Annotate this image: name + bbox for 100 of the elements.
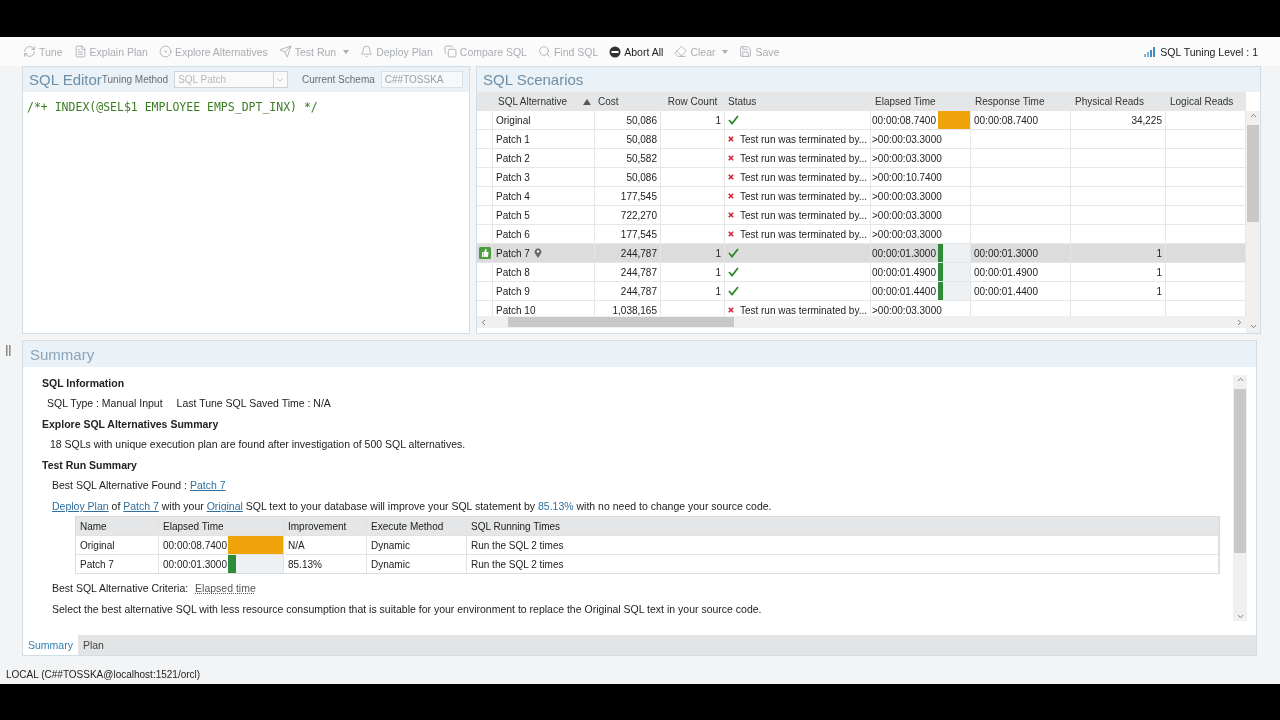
table-cell: 1 [661, 244, 725, 262]
table-row[interactable]: Patch 5 722,270 Test run was terminated by... >00:00:03.3000 [477, 206, 1246, 225]
elapsed-text: 00:00:01.4400 [872, 285, 936, 297]
horizontal-scrollbar[interactable] [477, 316, 1246, 328]
chevron-right-icon [1235, 317, 1244, 327]
cell-text: Original [496, 114, 531, 126]
elapsed-text: >00:00:03.3000 [872, 152, 942, 164]
cell-text: Patch 9 [496, 285, 530, 297]
sentence-link[interactable]: Patch 7 [123, 500, 159, 512]
cell-text: Patch 4 [496, 190, 530, 202]
status-text: Test run was terminated by... [739, 304, 867, 316]
vertical-scrollbar[interactable] [1233, 375, 1247, 621]
table-cell: 1 [1071, 263, 1166, 281]
cross-icon [728, 154, 734, 162]
chevron-down-icon [1248, 322, 1258, 331]
cross-icon [728, 173, 734, 181]
panel-title: SQL Scenarios [483, 71, 584, 88]
table-cell: 1 [1071, 244, 1166, 262]
cell-text: Patch 7 [496, 247, 530, 259]
tab[interactable]: Summary [23, 635, 78, 655]
elapsed-text: >00:00:10.7400 [872, 171, 942, 183]
elapsed-text: 00:00:08.7400 [163, 539, 227, 551]
info-text: 18 SQLs with unique execution plan are found after investigation of 500 SQL alternatives. [50, 438, 466, 450]
column-header[interactable]: Physical Reads [1071, 92, 1166, 111]
cross-icon [728, 211, 734, 219]
table-row[interactable]: Patch 1 50,088 Test run was terminated by... >00:00:03.3000 [477, 130, 1246, 149]
status-text: Test run was terminated by... [739, 190, 867, 202]
table-cell: 50,086 [595, 111, 661, 129]
table-cell: 177,545 [595, 225, 661, 243]
table-cell: 50,582 [595, 149, 661, 167]
cell-text: Patch 8 [496, 266, 530, 278]
table-row[interactable]: Patch 2 50,582 Test run was terminated by... >00:00:03.3000 [477, 149, 1246, 168]
eraser-icon [674, 45, 688, 58]
column-header[interactable]: Elapsed Time [871, 92, 971, 111]
field-label: Tuning Method [101, 74, 169, 85]
elapsed-text: >00:00:03.3000 [872, 304, 942, 316]
chevron-down-icon [1235, 612, 1245, 621]
table-cell: Original [76, 536, 159, 554]
criteria-text: Best SQL Alternative Criteria: Elapsed time [52, 582, 256, 594]
table-cell: 1 [661, 282, 725, 300]
table-cell: 244,787 [595, 244, 661, 262]
sql-code: /*+ INDEX(@SEL$1 EMPLOYEE EMPS_DPT_INX) */ [26, 99, 319, 116]
cell-text: Patch 10 [496, 304, 536, 316]
column-header[interactable]: Status [725, 92, 871, 111]
pin-icon [533, 248, 542, 258]
status-text: Test run was terminated by... [739, 209, 867, 221]
table-cell: 85.13% [284, 555, 367, 573]
chevron-left-icon [479, 317, 488, 327]
column-header[interactable]: Response Time [971, 92, 1071, 111]
column-header[interactable]: Logical Reads [1166, 92, 1246, 111]
table-cell: 00:00:08.7400 [971, 111, 1071, 129]
signal-icon [1144, 46, 1157, 57]
column-header: SQL Running Times [467, 517, 1219, 535]
grip-handle-icon[interactable] [5, 345, 11, 356]
table-row[interactable]: Patch 3 50,086 Test run was terminated by... >00:00:10.7400 [477, 168, 1246, 187]
check-icon [728, 248, 739, 258]
table-cell: 177,545 [595, 187, 661, 205]
table-row[interactable]: Patch 9 244,787 1 00:00:01.4400 00:00:01.4400 1 [477, 282, 1246, 301]
caret-icon [722, 49, 729, 54]
column-header[interactable]: SQL Alternative [493, 92, 595, 111]
search-icon [537, 45, 551, 58]
sentence-link[interactable]: Deploy Plan [52, 500, 109, 512]
toolbar-button[interactable]: Abort All [608, 44, 665, 59]
table-cell: 1 [1071, 282, 1166, 300]
table-row[interactable]: Patch 7 244,787 1 00:00:01.3000 00:00:01.3000 1 [477, 244, 1246, 263]
column-header: Elapsed Time [159, 517, 284, 535]
bell-icon [360, 45, 374, 58]
cross-icon [728, 306, 734, 314]
chevron-up-icon [1235, 375, 1245, 384]
column-header[interactable]: Row Count [661, 92, 725, 111]
table-row[interactable]: Original 50,086 1 00:00:08.7400 00:00:08.7400 34,225 [477, 111, 1246, 130]
table-row[interactable]: Patch 6 177,545 Test run was terminated by... >00:00:03.3000 [477, 225, 1246, 244]
elapsed-text: 00:00:01.3000 [163, 558, 227, 570]
criteria-link[interactable]: Elapsed time [195, 582, 256, 594]
table-cell: N/A [284, 536, 367, 554]
table-cell: Dynamic [367, 536, 467, 554]
table-cell: 00:00:01.4900 [971, 263, 1071, 281]
sort-ascending-icon [583, 98, 591, 105]
elapsed-text: >00:00:03.3000 [872, 209, 942, 221]
cell-text: Patch 6 [496, 228, 530, 240]
document-icon [73, 45, 87, 58]
column-header: Execute Method [367, 517, 467, 535]
table-cell: 1 [661, 263, 725, 281]
circle-icon [158, 45, 172, 58]
table-cell: 722,270 [595, 206, 661, 224]
tab[interactable]: Plan [77, 635, 109, 655]
panel-title: SQL Editor [29, 71, 102, 88]
table-cell: 50,088 [595, 130, 661, 148]
elapsed-text: >00:00:03.3000 [872, 133, 942, 145]
table-row[interactable]: Patch 4 177,545 Test run was terminated by... >00:00:03.3000 [477, 187, 1246, 206]
vertical-scrollbar[interactable] [1246, 111, 1260, 333]
section-heading: SQL Information [42, 377, 126, 389]
column-header[interactable]: Cost [595, 92, 661, 111]
info-text: Last Tune SQL Saved Time : N/A [176, 397, 331, 409]
elapsed-text: 00:00:01.4900 [872, 266, 936, 278]
sentence-link[interactable]: Original [206, 500, 243, 512]
status-text: Test run was terminated by... [739, 228, 867, 240]
patch-link[interactable]: Patch 7 [189, 479, 226, 491]
table-row[interactable]: Patch 8 244,787 1 00:00:01.4900 00:00:01.4900 1 [477, 263, 1246, 282]
save-icon [739, 45, 753, 58]
